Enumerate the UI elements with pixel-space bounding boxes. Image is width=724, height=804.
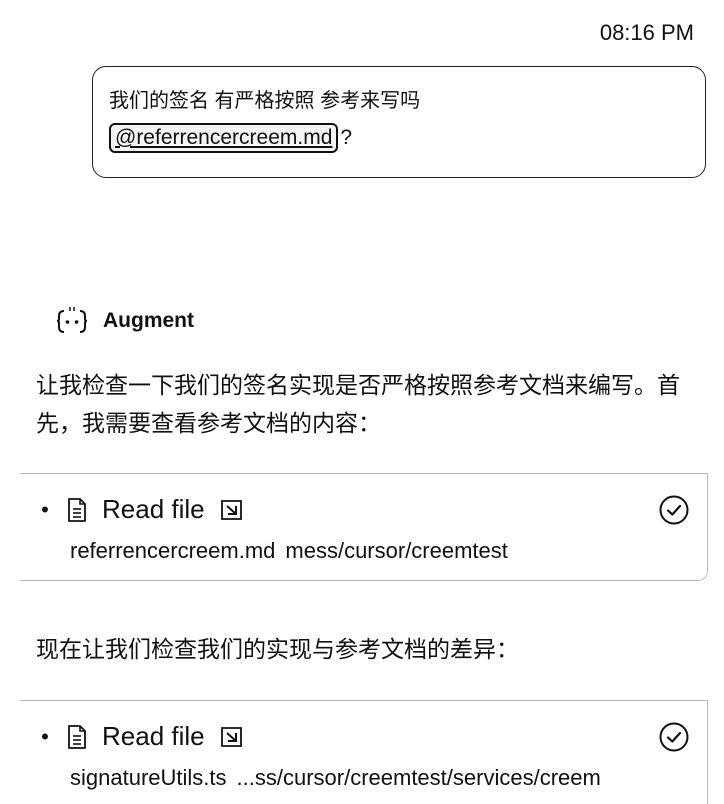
agent-message-text: 让我检查一下我们的签名实现是否严格按照参考文档来编写。首先，我需要查看参考文档的… — [36, 372, 680, 436]
augment-bracket-icon — [55, 304, 89, 338]
file-icon — [66, 497, 88, 523]
user-message-suffix: ? — [340, 126, 353, 149]
user-message-bubble[interactable]: 我们的签名 有严格按照 参考来写吗 @referrencercreem.md ? — [92, 66, 706, 178]
file-mention-chip[interactable]: @referrencercreem.md — [109, 123, 339, 153]
bullet-icon: • — [41, 723, 49, 749]
file-name: referrencercreem.md — [70, 538, 276, 563]
file-icon — [66, 724, 88, 750]
file-directory: mess/cursor/creemtest — [285, 538, 508, 563]
tool-call-label: Read file — [102, 494, 205, 524]
chat-panel: 08:16 PM 我们的签名 有严格按照 参考来写吗 @referrencerc… — [0, 0, 724, 804]
tool-call-card[interactable]: • Read file — [20, 473, 708, 581]
agent-message-text: 现在让我们检查我们的实现与参考文档的差异： — [36, 636, 519, 662]
open-external-icon[interactable] — [219, 498, 245, 522]
tool-call-path: signatureUtils.ts ...ss/cursor/creemtest/… — [70, 765, 601, 791]
agent-header: Augment — [55, 304, 194, 338]
check-circle-icon — [658, 721, 690, 758]
bullet-icon: • — [41, 496, 49, 522]
file-directory: ...ss/cursor/creemtest/services/creem — [236, 765, 601, 790]
open-external-icon[interactable] — [219, 725, 245, 749]
check-circle-icon — [658, 494, 690, 531]
tool-call-path: referrencercreem.md mess/cursor/creemtest — [70, 538, 508, 564]
agent-name: Augment — [103, 309, 194, 332]
tool-call-label: Read file — [102, 721, 205, 751]
message-timestamp: 08:16 PM — [599, 20, 694, 45]
tool-call-card[interactable]: • Read file — [20, 700, 708, 804]
file-name: signatureUtils.ts — [70, 765, 227, 790]
user-message-text: 我们的签名 有严格按照 参考来写吗 — [109, 90, 421, 112]
